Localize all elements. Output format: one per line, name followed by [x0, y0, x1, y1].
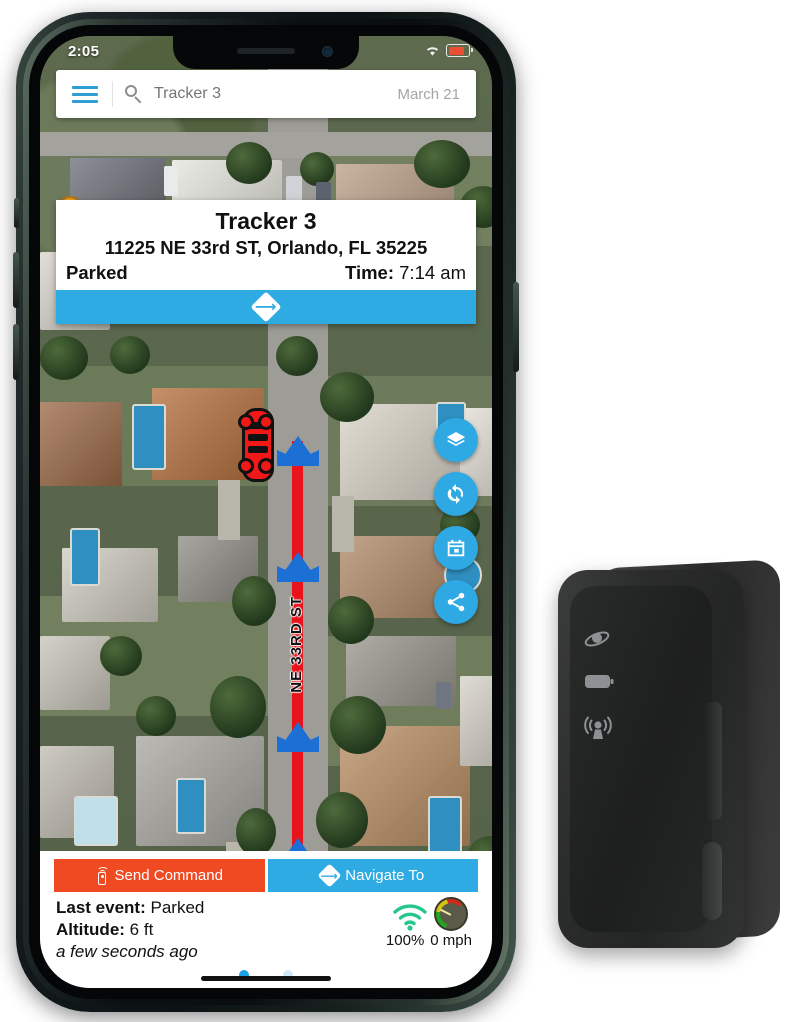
- time-label: Time:: [344, 262, 394, 284]
- time-value: 7:14 am: [399, 262, 466, 284]
- wifi-icon: [426, 47, 439, 56]
- refresh-icon[interactable]: [434, 472, 478, 516]
- phone-screen: NE 33RD ST ⚤: [40, 36, 492, 988]
- altitude-row: Altitude: 6 ft: [56, 919, 204, 941]
- stat-text-block: Last event: Parked Altitude: 6 ft a few …: [56, 897, 204, 963]
- status-time: 2:05: [68, 43, 100, 60]
- share-icon[interactable]: [434, 580, 478, 624]
- route-arrow-head: [277, 552, 319, 582]
- search-bar[interactable]: March 21: [56, 70, 476, 118]
- speedometer-icon: [433, 896, 468, 931]
- mute-switch[interactable]: [14, 198, 19, 228]
- info-card-status: Parked: [66, 262, 128, 284]
- front-camera: [322, 46, 333, 57]
- cellular-signal-icon: [584, 716, 612, 739]
- signal-value: 100%: [385, 931, 425, 949]
- satellite-imagery: [40, 36, 492, 988]
- volume-down-button[interactable]: [13, 324, 19, 380]
- status-indicators: [424, 44, 473, 57]
- gps-tracker-device: [548, 556, 788, 962]
- altitude-value: 6 ft: [129, 919, 154, 939]
- device-sos-button[interactable]: [702, 842, 722, 920]
- navigate-diamond-icon: ⟶: [250, 291, 282, 323]
- battery-icon: [446, 44, 473, 57]
- car-marker-icon[interactable]: [236, 408, 280, 482]
- altitude-label: Altitude:: [56, 919, 125, 939]
- info-card-time: Time: 7:14 am: [345, 262, 466, 284]
- gauge-group: 100% 0 mph: [385, 896, 476, 949]
- device-body-front: [558, 570, 744, 948]
- home-indicator[interactable]: [201, 976, 331, 981]
- date-label[interactable]: March 21: [397, 86, 460, 103]
- search-icon: [125, 85, 143, 103]
- speed-value: 0 mph: [430, 931, 472, 949]
- device-side-button[interactable]: [704, 702, 722, 820]
- search-input[interactable]: [152, 84, 398, 104]
- last-event-value: Parked: [150, 897, 205, 917]
- map-view[interactable]: NE 33RD ST ⚤: [40, 36, 492, 988]
- relative-time: a few seconds ago: [56, 941, 198, 961]
- divider: [112, 81, 113, 107]
- navigate-to-button[interactable]: ⟶ Navigate To: [267, 858, 478, 892]
- tracker-info-card: Tracker 3 11225 NE 33rd ST, Orlando, FL …: [56, 200, 476, 325]
- wifi-signal-icon: [393, 904, 427, 931]
- street-name-label: NE 33RD ST: [288, 596, 305, 693]
- map-action-buttons: [434, 418, 478, 624]
- satellite-gps-icon: [584, 631, 610, 647]
- last-event-label: Last event:: [56, 897, 146, 917]
- hamburger-menu-icon[interactable]: [72, 85, 98, 103]
- navigate-to-label: Navigate To: [345, 866, 425, 884]
- action-button-row: Send Command ⟶ Navigate To: [54, 851, 478, 892]
- last-event-row: Last event: Parked: [56, 897, 204, 919]
- route-arrow-head-top: [277, 436, 319, 466]
- power-button[interactable]: [513, 282, 519, 372]
- bottom-panel: Send Command ⟶ Navigate To Last event: P…: [40, 850, 492, 988]
- volume-up-button[interactable]: [13, 252, 19, 308]
- earpiece-speaker: [237, 48, 295, 54]
- send-command-button[interactable]: Send Command: [54, 858, 265, 892]
- smartphone-mockup: NE 33RD ST ⚤: [13, 12, 519, 1012]
- info-card-navigate-button[interactable]: ⟶: [56, 290, 476, 325]
- calendar-icon[interactable]: [434, 526, 478, 570]
- route-arrow-head: [277, 722, 319, 752]
- battery-status-icon: [585, 675, 614, 688]
- phone-notch: [173, 36, 359, 69]
- layers-icon[interactable]: [434, 418, 478, 462]
- send-command-label: Send Command: [114, 866, 223, 884]
- tracker-stats: Last event: Parked Altitude: 6 ft a few …: [54, 892, 478, 963]
- remote-transmitter-icon: [96, 865, 109, 886]
- navigate-diamond-icon: ⟶: [317, 863, 342, 888]
- info-card-title: Tracker 3: [215, 208, 317, 234]
- info-card-address: 11225 NE 33rd ST, Orlando, FL 35225: [104, 237, 428, 259]
